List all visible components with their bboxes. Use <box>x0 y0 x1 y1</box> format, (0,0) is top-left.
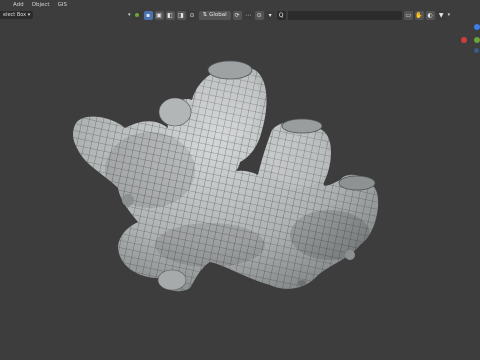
mesh-knob-top <box>158 97 192 127</box>
3d-viewport[interactable]: Add Object GIS elect Box ▾ ▾ ▪ ▣ ◧ ◨ ⊙ ⇅… <box>0 0 480 360</box>
chevron-down-icon[interactable]: ▾ <box>128 12 131 18</box>
move-tool-icon[interactable]: ▣ <box>154 10 164 20</box>
viewport-toolbar: ▾ ▪ ▣ ◧ ◨ ⊙ ⇅ Global ⟳ ⋯ ⊙ ▾ Q ▭ ✋ ◐ ▼ ▾ <box>128 9 450 21</box>
object-mode-icon[interactable] <box>132 10 142 20</box>
snap-icon[interactable]: ⋯ <box>243 10 253 20</box>
scale-tool-icon[interactable]: ◨ <box>176 10 186 20</box>
gizmo-y-axis[interactable] <box>474 37 480 43</box>
transform-orientation-label: Global <box>209 12 227 18</box>
mesh-nub-3 <box>298 280 306 286</box>
mesh-right-end <box>338 175 376 191</box>
orientation-axes-icon: ⇅ <box>202 12 208 18</box>
mesh-nub-2 <box>345 250 355 260</box>
menu-gis[interactable]: GIS <box>58 0 67 10</box>
rotate-tool-icon[interactable]: ◧ <box>165 10 175 20</box>
filter-icon[interactable]: ▼ <box>436 10 446 20</box>
transform-orientation-dropdown[interactable]: ⇅ Global <box>198 10 231 20</box>
mesh-nub-1 <box>122 194 134 206</box>
view-object-types-icon[interactable]: ▭ <box>403 10 413 20</box>
pivot-point-icon[interactable]: ⟳ <box>232 10 242 20</box>
gizmo-x-axis[interactable] <box>461 37 467 43</box>
select-tool-icon[interactable]: ▪ <box>143 10 153 20</box>
menu-add[interactable]: Add <box>13 0 24 10</box>
overlay-icon[interactable]: ◐ <box>425 10 435 20</box>
mesh-knob-bottom <box>157 269 187 291</box>
select-mode-dropdown[interactable]: elect Box ▾ <box>0 11 34 19</box>
mesh-middle-end <box>281 118 323 134</box>
chevron-down-icon-2[interactable]: ▾ <box>448 12 451 18</box>
search-icon[interactable]: Q <box>276 10 286 20</box>
select-mode-label: elect Box <box>3 12 27 18</box>
ginger-root-mesh[interactable] <box>0 0 480 360</box>
mesh-top-end <box>207 60 253 80</box>
chevron-icon[interactable]: ▾ <box>265 10 275 20</box>
proportional-edit-icon[interactable]: ⊙ <box>254 10 264 20</box>
search-field[interactable] <box>287 10 402 20</box>
gizmo-neg-axis[interactable] <box>474 48 479 53</box>
menu-object[interactable]: Object <box>32 0 50 10</box>
transform-tool-icon[interactable]: ⊙ <box>187 10 197 20</box>
gizmo-z-axis[interactable] <box>474 24 480 30</box>
hand-icon[interactable]: ✋ <box>414 10 424 20</box>
